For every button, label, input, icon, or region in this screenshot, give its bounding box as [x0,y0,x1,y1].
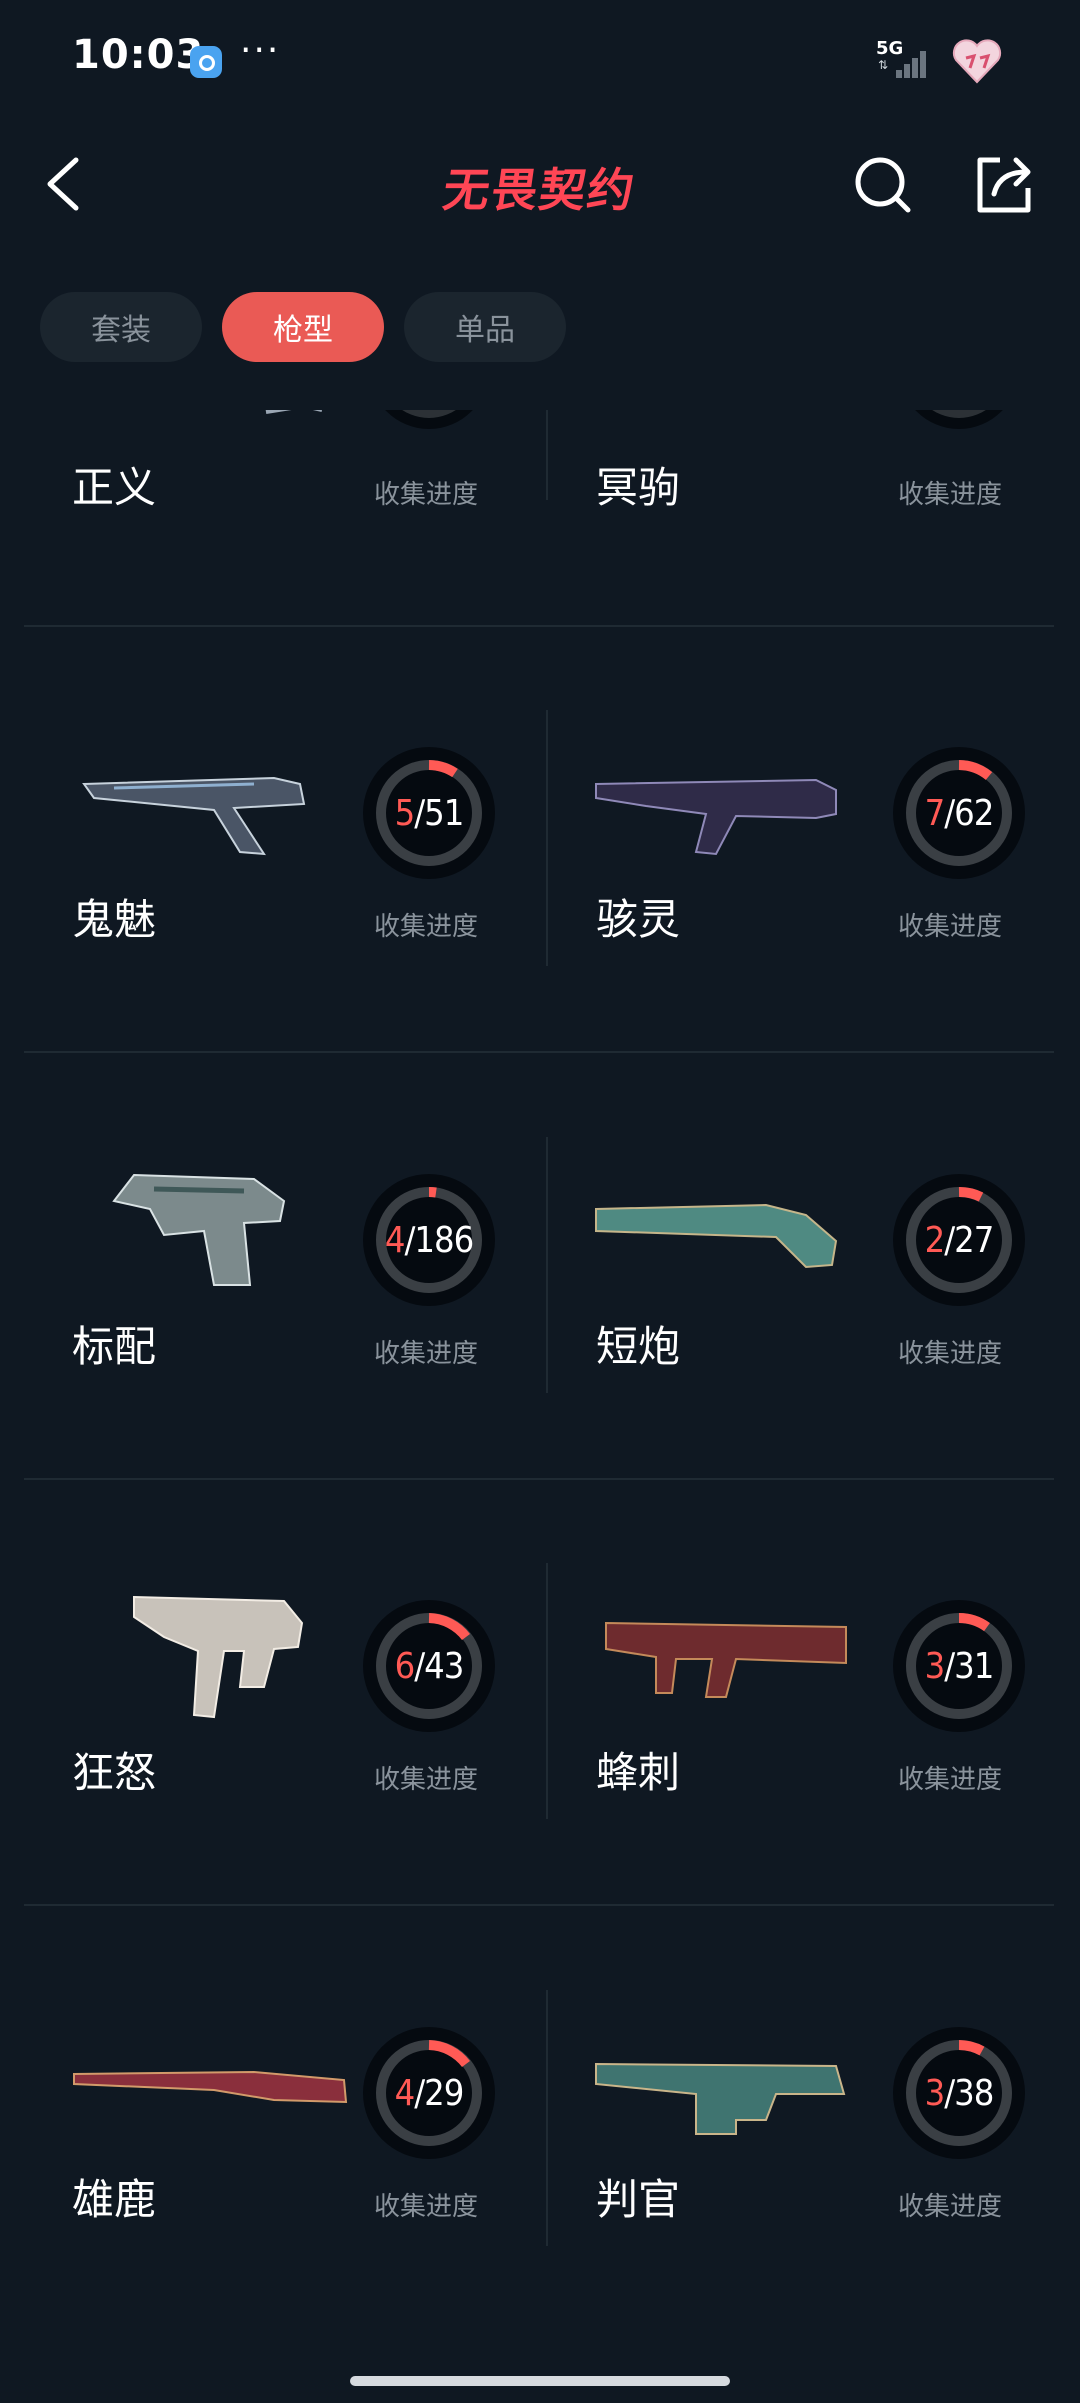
progress-count: 5/51 [394,792,465,834]
progress-label: 收集进度 [374,1765,479,1795]
progress-ring [385,410,473,429]
weapon-card-xionglu[interactable]: 4/29 雄鹿 收集进度 [24,1980,546,2370]
collected-count: 3 [924,2072,946,2114]
progress-label: 收集进度 [374,480,479,510]
weapon-card-biaopei[interactable]: 4/186 标配 收集进度 [24,1127,546,1554]
page-title: 无畏契约 [439,163,640,217]
collected-count: 3 [924,1645,946,1687]
search-icon[interactable] [850,152,916,218]
total-count: 51 [424,792,464,834]
progress-count: 4/186 [384,1219,474,1261]
total-count: 27 [954,1219,994,1261]
total-count: 186 [414,1219,474,1261]
weapon-card-kuangnu[interactable]: 6/43 狂怒 收集进度 [24,1553,546,1980]
weapon-image [133,1595,304,1719]
share-icon[interactable] [970,152,1036,218]
app-notification-icon [190,46,222,78]
progress-label: 收集进度 [898,1339,1003,1369]
weapon-image [82,776,306,856]
network-activity-icon: ⇅ [878,58,889,72]
progress-label: 收集进度 [898,1765,1003,1795]
app-header: 无畏契约 [0,130,1080,240]
weapon-image [73,2070,348,2104]
weapon-name: 判官 [596,2175,681,2224]
weapon-image [265,410,322,414]
progress-count: 2/27 [924,1219,995,1261]
progress-count: 3/31 [924,1645,995,1687]
progress-label: 收集进度 [898,480,1003,510]
weapon-card-fengci[interactable]: 3/31 蜂刺 收集进度 [546,1553,1068,1980]
weapon-card-panguan[interactable]: 3/38 判官 收集进度 [546,1980,1068,2370]
status-bar: 10:03 ··· 5G ⇅ [0,0,1080,120]
home-indicator[interactable] [350,2376,730,2386]
total-count: 43 [424,1645,464,1687]
weapon-image [595,778,837,856]
collected-count: 6 [394,1645,416,1687]
row-divider [24,1478,1054,1480]
collected-count: 7 [924,792,946,834]
weapon-name: 冥驹 [596,463,681,512]
status-time: 10:03 [72,32,205,78]
column-divider [546,1990,548,2246]
weapon-name: 骇灵 [596,895,681,944]
progress-label: 收集进度 [374,912,479,942]
weapon-grid: 正义 收集进度 冥驹 收集进度 5/51 鬼魅 收集进度 7/62 骇灵 收集进… [0,410,1080,2370]
weapon-name: 蜂刺 [596,1748,681,1797]
row-divider [24,1051,1054,1053]
total-count: 31 [954,1645,994,1687]
progress-label: 收集进度 [898,2192,1003,2222]
category-tabs: 套装 枪型 单品 [40,292,566,364]
weapon-name: 雄鹿 [72,2175,157,2224]
row-divider [24,625,1054,627]
progress-label: 收集进度 [898,912,1003,942]
progress-count: 4/29 [394,2072,465,2114]
weapon-image [112,1173,286,1286]
weapon-name: 标配 [72,1322,157,1371]
signal-strength-icon [896,48,930,78]
weapon-name: 鬼魅 [72,895,157,944]
user-avatar-icon [952,39,1002,84]
progress-count: 3/38 [924,2072,995,2114]
weapon-card-duanpao[interactable]: 2/27 短炮 收集进度 [546,1127,1068,1554]
progress-label: 收集进度 [374,2192,479,2222]
tab-single-items[interactable]: 单品 [404,292,566,362]
column-divider [546,710,548,966]
row-divider [24,1904,1054,1906]
weapon-card-hailing[interactable]: 7/62 骇灵 收集进度 [546,700,1068,1127]
progress-count: 7/62 [924,792,995,834]
more-notifications-icon: ··· [240,30,281,71]
weapon-card-guimei[interactable]: 5/51 鬼魅 收集进度 [24,700,546,1127]
total-count: 62 [954,792,994,834]
tab-sets[interactable]: 套装 [40,292,202,362]
collected-count: 5 [394,792,416,834]
weapon-name: 短炮 [596,1322,681,1371]
total-count: 29 [424,2072,464,2114]
tab-weapon-types[interactable]: 枪型 [222,292,384,362]
collected-count: 4 [384,1219,406,1261]
weapon-image [605,1621,847,1698]
weapon-name: 狂怒 [72,1748,157,1797]
column-divider [546,410,548,500]
total-count: 38 [954,2072,994,2114]
column-divider [546,1563,548,1819]
collected-count: 2 [924,1219,946,1261]
weapon-image [595,1203,838,1269]
collected-count: 4 [394,2072,416,2114]
progress-ring [915,410,1003,429]
weapon-name: 正义 [72,463,157,512]
weapon-image [595,2062,846,2135]
progress-label: 收集进度 [374,1339,479,1369]
column-divider [546,1137,548,1393]
progress-count: 6/43 [394,1645,465,1687]
